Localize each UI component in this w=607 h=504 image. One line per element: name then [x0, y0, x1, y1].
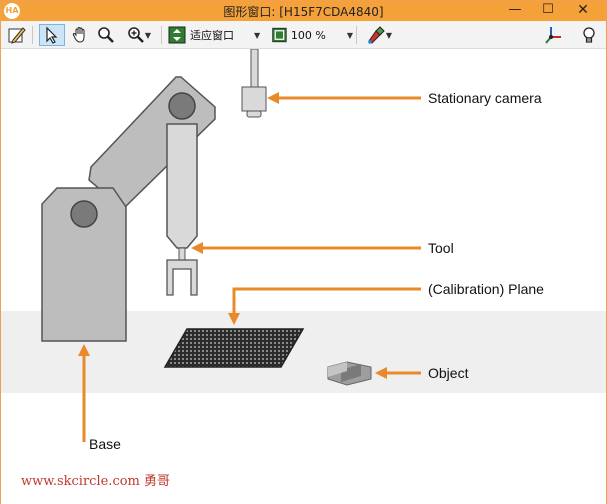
- pointer-tool-button[interactable]: [39, 24, 65, 46]
- magnifier-icon: [98, 27, 114, 43]
- arrow-plane-head: [228, 313, 240, 325]
- magnifier-tool-button[interactable]: [94, 24, 118, 46]
- toolbar-separator: [161, 26, 162, 44]
- stationary-camera: [241, 49, 267, 118]
- zoom-level-dropdown[interactable]: 100 % ▼: [271, 24, 353, 46]
- robot-tool: [166, 123, 198, 296]
- arrow-camera-head: [267, 92, 279, 104]
- chevron-down-icon: ▼: [144, 30, 152, 40]
- minimize-button[interactable]: —: [501, 1, 529, 21]
- edit-pencil-button[interactable]: [5, 24, 29, 46]
- toolbar-separator: [356, 26, 357, 44]
- zoom-level-value: 100 %: [290, 28, 326, 42]
- fit-window-dropdown[interactable]: 适应窗口 ▼: [167, 24, 267, 46]
- label-base: Base: [89, 436, 121, 452]
- label-object: Object: [428, 365, 469, 381]
- toolbar-separator: [32, 26, 33, 44]
- zoom-in-icon: [128, 27, 144, 43]
- calibration-plate: [163, 328, 305, 368]
- pan-tool-button[interactable]: [68, 24, 92, 46]
- toolbar: ▼ 适应窗口 ▼ 100 % ▼ ▼: [1, 21, 606, 49]
- label-tool: Tool: [428, 240, 454, 256]
- hand-icon: [72, 26, 85, 43]
- pointer-icon: [46, 26, 58, 44]
- chevron-down-icon: ▼: [254, 30, 261, 40]
- zoom-tool-button[interactable]: ▼: [121, 24, 157, 46]
- fit-window-icon: [168, 26, 186, 44]
- lightbulb-icon: [583, 27, 595, 43]
- axes-icon: [545, 27, 561, 44]
- paint-icon: [368, 26, 385, 44]
- zoom-level-icon: [272, 27, 287, 43]
- color-tool-button[interactable]: ▼: [361, 24, 397, 46]
- arrow-object-head: [375, 367, 387, 379]
- label-calibration-plane: (Calibration) Plane: [428, 281, 544, 297]
- robot-base: [41, 187, 127, 342]
- arrow-tool-head: [191, 242, 203, 254]
- chevron-down-icon: ▼: [385, 30, 393, 40]
- hint-button[interactable]: [577, 24, 601, 46]
- title-bar[interactable]: HA 图形窗口: [H15F7CDA4840] — ☐ ✕: [1, 1, 606, 21]
- pencil-icon: [8, 27, 26, 44]
- arrow-base-head: [78, 344, 90, 356]
- maximize-button[interactable]: ☐: [534, 1, 562, 21]
- chevron-down-icon: ▼: [346, 30, 353, 40]
- object-part: [327, 361, 372, 386]
- graphics-window: HA 图形窗口: [H15F7CDA4840] — ☐ ✕ ▼ 适应窗口 ▼ 1…: [0, 0, 607, 504]
- coordinate-system-button[interactable]: [541, 24, 565, 46]
- watermark: www.skcircle.com 勇哥: [21, 474, 171, 489]
- arrow-plane: [232, 287, 421, 315]
- label-stationary-camera: Stationary camera: [428, 90, 542, 106]
- graphics-canvas[interactable]: Stationary camera Tool (Calibration) Pla…: [1, 49, 606, 504]
- fit-window-label: 适应窗口: [190, 29, 234, 42]
- close-button[interactable]: ✕: [569, 1, 597, 21]
